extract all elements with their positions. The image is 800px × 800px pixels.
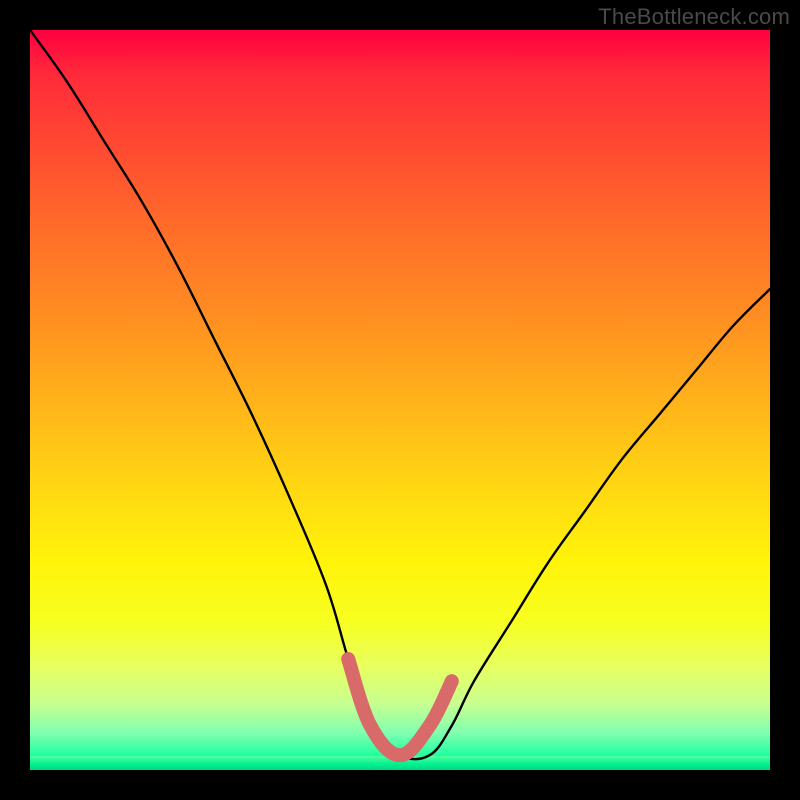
chart-frame: TheBottleneck.com (0, 0, 800, 800)
plot-area (30, 30, 770, 770)
chart-svg (30, 30, 770, 770)
bottleneck-curve-line (30, 30, 770, 759)
trough-highlight-line (348, 659, 452, 755)
watermark-text: TheBottleneck.com (598, 4, 790, 30)
